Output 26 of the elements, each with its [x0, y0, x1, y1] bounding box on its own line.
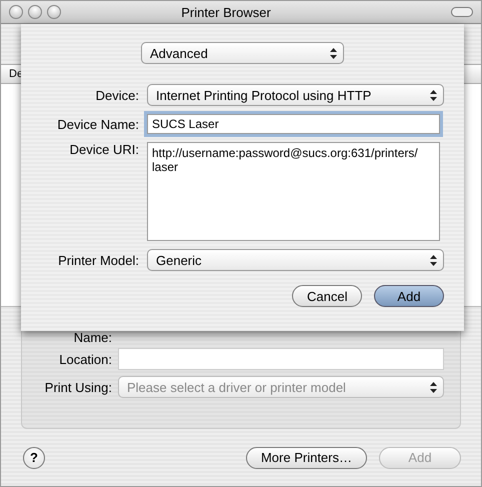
- location-label: Location:: [58, 352, 112, 366]
- name-label: Name:: [72, 330, 112, 342]
- printer-model-label: Printer Model:: [57, 252, 139, 268]
- device-label: Device:: [94, 88, 139, 102]
- device-uri-label: Device URI:: [68, 142, 139, 157]
- device-uri-field[interactable]: http://username:password@sucs.org:631/printers/laser: [147, 142, 440, 241]
- minimize-button[interactable]: [28, 5, 42, 19]
- printer-model-popup[interactable]: Generic: [147, 249, 444, 271]
- more-printers-button[interactable]: More Printers…: [246, 446, 367, 468]
- stepper-icon: [430, 90, 437, 100]
- mode-popup[interactable]: Advanced: [141, 42, 344, 64]
- zoom-button[interactable]: [47, 5, 61, 19]
- device-name-label: Device Name:: [56, 116, 139, 132]
- window-title: Printer Browser: [180, 4, 272, 20]
- print-using-label: Print Using:: [44, 380, 112, 394]
- help-button[interactable]: ?: [23, 446, 45, 468]
- device-popup[interactable]: Internet Printing Protocol using HTTP: [147, 84, 444, 106]
- location-field[interactable]: [118, 348, 444, 370]
- toolbar-toggle-button[interactable]: [451, 7, 473, 17]
- default-button[interactable]: Add: [374, 285, 444, 307]
- stepper-icon: [330, 48, 337, 58]
- stepper-icon: [430, 254, 437, 266]
- stepper-icon: [430, 382, 437, 392]
- device-name-field[interactable]: SUCS Laser: [147, 114, 440, 134]
- close-button[interactable]: [9, 5, 23, 19]
- sheet-button[interactable]: Cancel: [292, 285, 362, 307]
